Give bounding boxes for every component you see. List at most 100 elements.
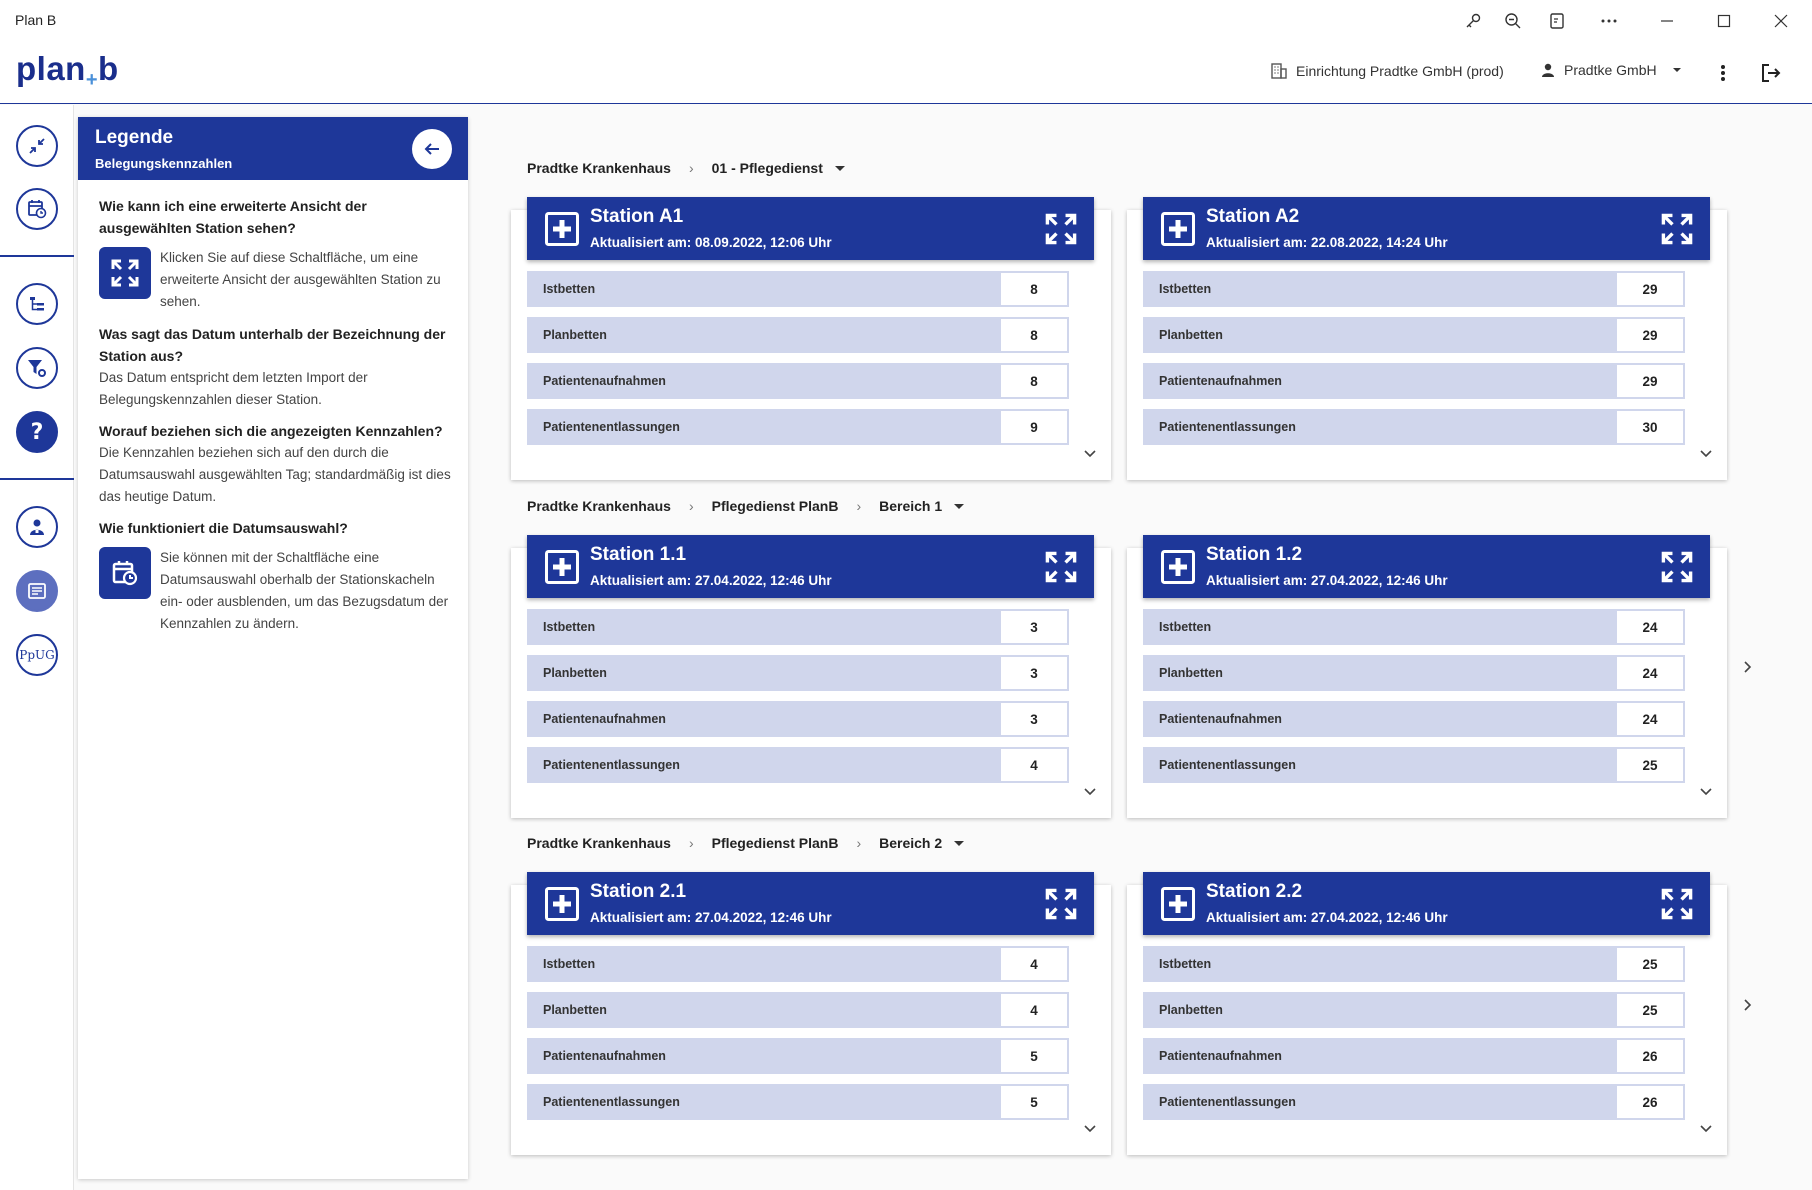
metric-label: Istbetten <box>1159 957 1212 971</box>
user-menu[interactable]: Pradtke GmbH <box>1540 62 1681 78</box>
app-logo[interactable]: plan+b <box>16 50 119 92</box>
zoom-out-icon[interactable] <box>1502 10 1524 32</box>
occupancy-button[interactable] <box>16 570 58 612</box>
legend-answer-4: Sie können mit der Schaltfläche eine Dat… <box>99 547 453 635</box>
facility-selector[interactable]: Einrichtung Pradtke GmbH (prod) <box>1270 62 1504 80</box>
expand-icon[interactable] <box>1660 212 1694 246</box>
metric-value: 5 <box>999 1038 1069 1074</box>
metric-row-planbetten: Planbetten 25 <box>1143 992 1685 1028</box>
filter-gear-icon <box>28 360 46 377</box>
metric-row-patientenaufnahmen: Patientenaufnahmen 29 <box>1143 363 1685 399</box>
read-aloud-icon[interactable] <box>1546 10 1568 32</box>
date-picker-toggle-button[interactable] <box>16 188 58 230</box>
station-name: Station 1.1 <box>590 544 687 565</box>
metric-value: 4 <box>999 946 1069 982</box>
breadcrumb-item[interactable]: 01 - Pflegedienst <box>712 160 823 176</box>
breadcrumb-dropdown-icon[interactable] <box>834 165 845 171</box>
maximize-icon[interactable] <box>1713 10 1735 32</box>
staff-button[interactable] <box>16 506 58 548</box>
window-title: Plan B <box>15 12 57 28</box>
metric-value: 3 <box>999 701 1069 737</box>
metric-label: Planbetten <box>543 666 607 680</box>
station-updated: Aktualisiert am: 27.04.2022, 12:46 Uhr <box>1206 910 1448 925</box>
expand-icon[interactable] <box>1660 887 1694 921</box>
more-horizontal-icon[interactable] <box>1598 10 1620 32</box>
legend-panel: Legende Belegungskennzahlen Wie kann ich… <box>78 117 468 1179</box>
chevron-right-icon[interactable] <box>1740 998 1754 1012</box>
breadcrumb-item[interactable]: Pflegedienst PlanB <box>712 835 839 851</box>
ppug-button[interactable]: PpUG <box>16 634 58 676</box>
station-card: Station 2.1 Aktualisiert am: 27.04.2022,… <box>511 872 1111 1155</box>
metric-value: 4 <box>999 747 1069 783</box>
breadcrumb-dropdown-icon[interactable] <box>954 503 965 509</box>
expand-icon[interactable] <box>1044 550 1078 584</box>
legend-body: Wie kann ich eine erweiterte Ansicht der… <box>99 195 453 635</box>
expand-icon[interactable] <box>1044 212 1078 246</box>
station-card-header: Station A2 Aktualisiert am: 22.08.2022, … <box>1143 197 1710 260</box>
close-icon[interactable] <box>1770 10 1792 32</box>
window-titlebar: Plan B <box>0 0 1812 42</box>
help-button[interactable]: ? <box>16 411 58 453</box>
breadcrumb-separator: › <box>856 498 862 514</box>
metric-label: Istbetten <box>543 620 596 634</box>
hierarchy-button[interactable] <box>16 283 58 325</box>
calendar-clock-icon <box>99 547 151 599</box>
station-name: Station 1.2 <box>1206 544 1303 565</box>
metric-label: Planbetten <box>1159 328 1223 342</box>
metric-label: Planbetten <box>1159 666 1223 680</box>
expand-icon[interactable] <box>1660 550 1694 584</box>
chevron-down-icon[interactable] <box>1083 1121 1097 1135</box>
metric-row-patientenentlassungen: Patientenentlassungen 25 <box>1143 747 1685 783</box>
station-name: Station 2.1 <box>590 881 687 902</box>
facility-label: Einrichtung Pradtke GmbH (prod) <box>1296 63 1504 79</box>
metric-row-istbetten: Istbetten 4 <box>527 946 1069 982</box>
metric-label: Istbetten <box>1159 282 1212 296</box>
station-card-header: Station 2.1 Aktualisiert am: 27.04.2022,… <box>527 872 1094 935</box>
metric-row-patientenentlassungen: Patientenentlassungen 9 <box>527 409 1069 445</box>
hierarchy-icon <box>30 297 44 311</box>
collapse-button[interactable] <box>16 125 58 167</box>
metric-row-istbetten: Istbetten 3 <box>527 609 1069 645</box>
expand-icon[interactable] <box>1044 887 1078 921</box>
calendar-clock-icon <box>28 200 47 219</box>
metric-label: Planbetten <box>1159 1003 1223 1017</box>
metric-label: Patientenentlassungen <box>1159 1095 1296 1109</box>
metric-label: Patientenaufnahmen <box>1159 374 1282 388</box>
metric-row-istbetten: Istbetten 29 <box>1143 271 1685 307</box>
metric-label: Patientenentlassungen <box>1159 758 1296 772</box>
breadcrumb-separator: › <box>688 160 694 176</box>
more-vertical-icon[interactable] <box>1713 62 1733 84</box>
metric-label: Patientenentlassungen <box>543 1095 680 1109</box>
nurse-icon <box>30 519 44 535</box>
key-icon[interactable] <box>1462 10 1484 32</box>
breadcrumb-item[interactable]: Pradtke Krankenhaus <box>527 160 671 176</box>
chevron-right-icon[interactable] <box>1740 660 1754 674</box>
station-updated: Aktualisiert am: 27.04.2022, 12:46 Uhr <box>1206 573 1448 588</box>
legend-close-button[interactable] <box>412 129 452 169</box>
metric-label: Istbetten <box>543 957 596 971</box>
chevron-down-icon[interactable] <box>1083 784 1097 798</box>
chevron-down-icon[interactable] <box>1083 446 1097 460</box>
station-card-header: Station 1.2 Aktualisiert am: 27.04.2022,… <box>1143 535 1710 598</box>
breadcrumb-item[interactable]: Pflegedienst PlanB <box>712 498 839 514</box>
breadcrumb-item[interactable]: Bereich 2 <box>879 835 942 851</box>
minimize-icon[interactable] <box>1656 10 1678 32</box>
breadcrumb-item[interactable]: Bereich 1 <box>879 498 942 514</box>
chevron-down-icon[interactable] <box>1699 1121 1713 1135</box>
chevron-down-icon[interactable] <box>1699 784 1713 798</box>
breadcrumb-item[interactable]: Pradtke Krankenhaus <box>527 498 671 514</box>
ppug-label: PpUG <box>19 648 55 662</box>
legend-answer-2: Das Datum entspricht dem letzten Import … <box>99 370 368 407</box>
legend-subtitle: Belegungskennzahlen <box>95 156 233 171</box>
arrow-left-icon <box>424 143 439 155</box>
metric-label: Patientenaufnahmen <box>543 1049 666 1063</box>
breadcrumb-dropdown-icon[interactable] <box>954 840 965 846</box>
breadcrumb-item[interactable]: Pradtke Krankenhaus <box>527 835 671 851</box>
filter-settings-button[interactable] <box>16 347 58 389</box>
chevron-down-icon[interactable] <box>1699 446 1713 460</box>
metric-value: 26 <box>1615 1038 1685 1074</box>
logout-icon[interactable] <box>1759 61 1783 85</box>
person-icon <box>1542 63 1554 77</box>
metric-value: 9 <box>999 409 1069 445</box>
metric-row-planbetten: Planbetten 8 <box>527 317 1069 353</box>
